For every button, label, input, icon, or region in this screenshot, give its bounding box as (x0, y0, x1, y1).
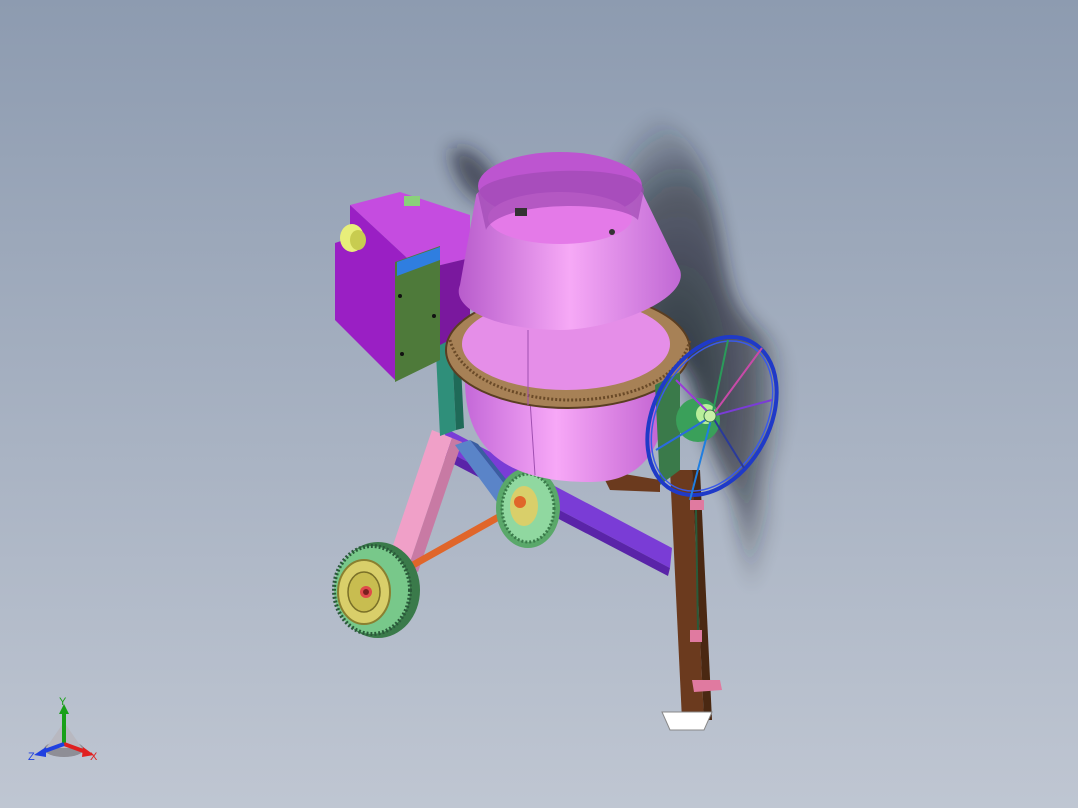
triad-x-label: X (90, 751, 98, 763)
side-plate[interactable] (395, 246, 440, 382)
mixer-model[interactable] (0, 0, 1078, 808)
foot-pedal (692, 680, 722, 692)
pedal-clamp (690, 630, 702, 642)
graphics-viewport[interactable]: Y X Z (0, 0, 1078, 808)
triad-y-label: Y (59, 696, 67, 708)
view-triad: Y X Z (24, 692, 114, 772)
rear-wheel[interactable] (496, 468, 560, 548)
rear-leg[interactable] (661, 470, 722, 731)
triad-graphic (34, 704, 94, 757)
front-wheel[interactable] (332, 542, 420, 638)
triad-z-label: Z (28, 751, 35, 763)
